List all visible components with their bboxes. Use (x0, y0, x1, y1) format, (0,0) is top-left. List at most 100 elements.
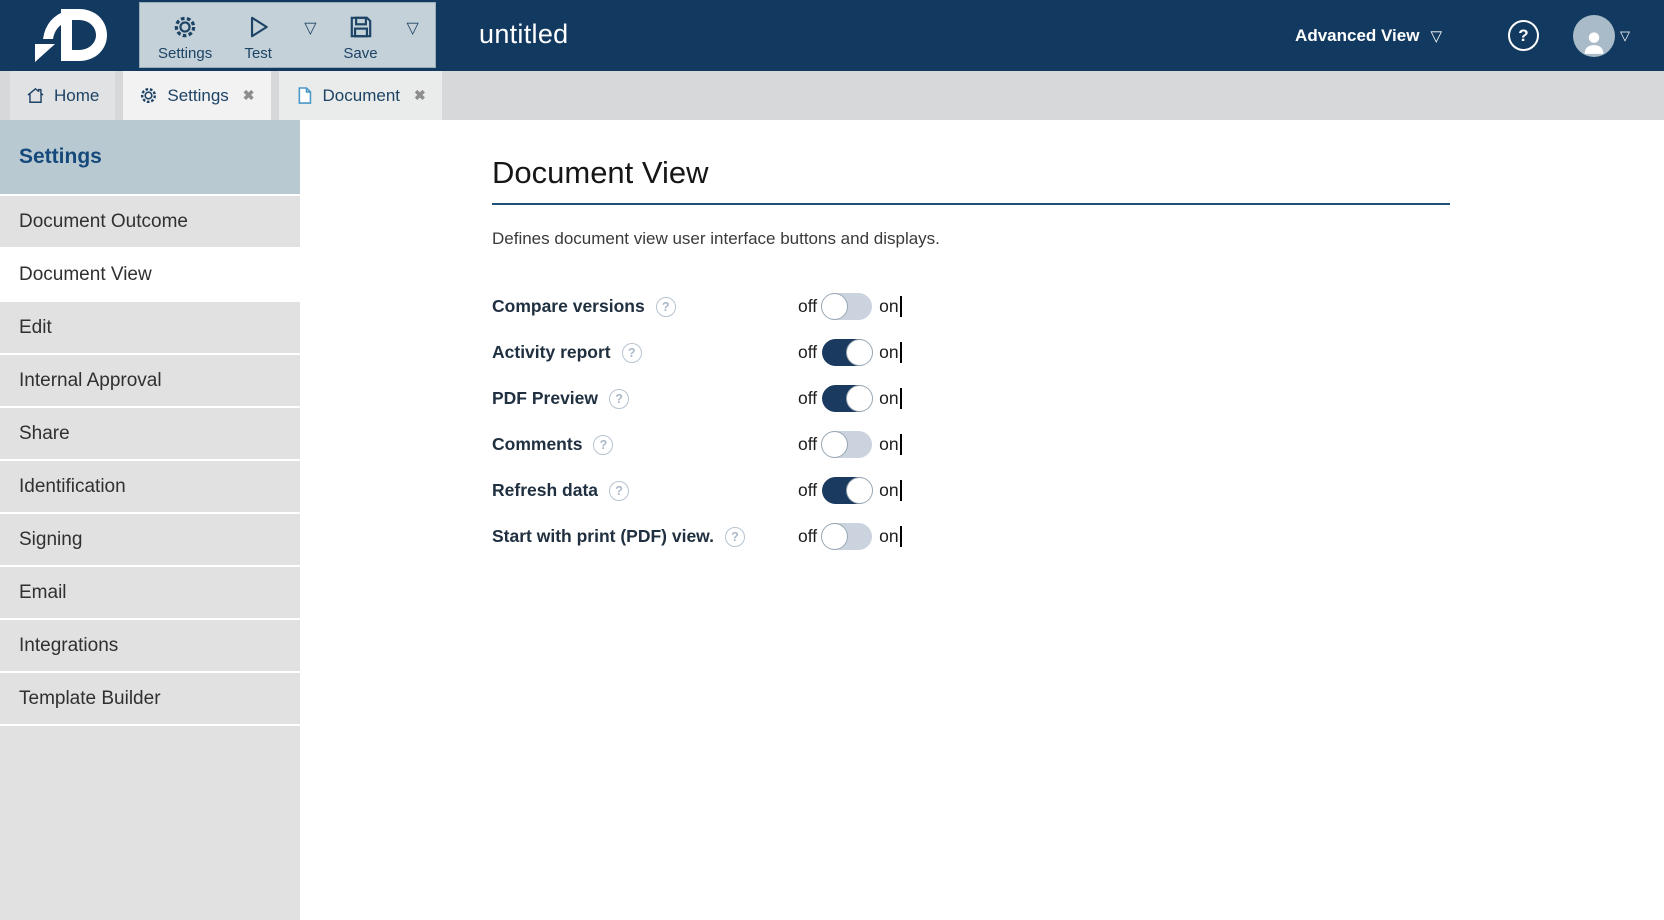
setting-label: Activity report (492, 342, 611, 363)
toggle-off-label: off (798, 480, 817, 501)
setting-label: Start with print (PDF) view. (492, 526, 714, 547)
setting-label: Compare versions (492, 296, 645, 317)
toggle-on-label: on (879, 480, 898, 501)
toolbar-button-label: Test (244, 45, 272, 62)
text-cursor (900, 480, 902, 501)
help-tooltip-icon[interactable]: ? (609, 481, 629, 501)
text-cursor (900, 434, 902, 455)
toolbar-button-test[interactable]: Test ▽ (222, 3, 324, 67)
help-tooltip-icon[interactable]: ? (609, 389, 629, 409)
toggle-off-label: off (798, 526, 817, 547)
template-title: untitled (479, 19, 568, 50)
toggle-off-label: off (798, 388, 817, 409)
toggle-switch[interactable] (822, 385, 872, 412)
avatar[interactable] (1573, 15, 1615, 57)
page-description: Defines document view user interface but… (492, 229, 1664, 249)
help-tooltip-icon[interactable]: ? (622, 343, 642, 363)
toolbar-button-label: Settings (158, 45, 212, 62)
tab-close-icon[interactable]: ✖ (414, 87, 426, 104)
toggle-on-label: on (879, 296, 898, 317)
help-tooltip-icon[interactable]: ? (725, 527, 745, 547)
tab-label: Settings (167, 86, 228, 106)
main-toolbar: Settings Test ▽ Save ▽ (139, 2, 436, 68)
avatar-caret-icon[interactable]: ▽ (1620, 28, 1630, 44)
text-cursor (900, 526, 902, 547)
toggle-switch[interactable] (822, 293, 872, 320)
app-logo-icon (28, 5, 120, 66)
toolbar-button-settings[interactable]: Settings (148, 3, 222, 67)
toggle-knob (821, 431, 848, 458)
setting-row: Refresh data ? off on (492, 468, 1664, 514)
sidebar-item-label: Edit (19, 317, 52, 339)
header-right-cluster: Advanced View ▽ ? ▽ (1295, 0, 1630, 71)
dropdown-caret-icon[interactable]: ▽ (407, 18, 419, 38)
toggle-on-label: on (879, 434, 898, 455)
gear-icon (172, 11, 198, 43)
toggle-off-label: off (798, 296, 817, 317)
toggle-on-label: on (879, 342, 898, 363)
sidebar-item-signing[interactable]: Signing (0, 514, 300, 567)
toggle-knob (846, 477, 873, 504)
tab-label: Home (54, 86, 99, 106)
sidebar-item-label: Identification (19, 476, 126, 498)
toggle-knob (846, 339, 873, 366)
sidebar-item-email[interactable]: Email (0, 567, 300, 620)
sidebar-title: Settings (0, 120, 300, 196)
dropdown-caret-icon[interactable]: ▽ (304, 18, 316, 38)
view-mode-label[interactable]: Advanced View (1295, 26, 1419, 46)
sidebar-item-share[interactable]: Share (0, 408, 300, 461)
settings-sidebar: Settings Document Outcome Document View … (0, 120, 300, 920)
setting-label: Comments (492, 434, 582, 455)
text-cursor (900, 342, 902, 363)
toolbar-button-save[interactable]: Save ▽ (325, 3, 427, 67)
page-title: Document View (492, 155, 1450, 205)
sidebar-item-label: Template Builder (19, 688, 161, 710)
app-header: Settings Test ▽ Save ▽ untitled Advanced… (0, 0, 1664, 71)
tab-settings[interactable]: Settings ✖ (123, 71, 270, 120)
text-cursor (900, 296, 902, 317)
sidebar-item-template-builder[interactable]: Template Builder (0, 673, 300, 726)
sidebar-item-document-outcome[interactable]: Document Outcome (0, 196, 300, 249)
toggle-off-label: off (798, 342, 817, 363)
toggle-switch[interactable] (822, 431, 872, 458)
sidebar-item-label: Email (19, 582, 67, 604)
tab-document[interactable]: Document ✖ (279, 71, 442, 120)
toolbar-button-label: Save (343, 45, 377, 62)
setting-row: Activity report ? off on (492, 330, 1664, 376)
sidebar-item-edit[interactable]: Edit (0, 302, 300, 355)
sidebar-item-label: Integrations (19, 635, 118, 657)
save-icon (348, 11, 374, 43)
toggle-off-label: off (798, 434, 817, 455)
tab-close-icon[interactable]: ✖ (243, 87, 255, 104)
toggle-switch[interactable] (822, 477, 872, 504)
toggle-on-label: on (879, 526, 898, 547)
sidebar-item-label: Signing (19, 529, 82, 551)
sidebar-item-identification[interactable]: Identification (0, 461, 300, 514)
document-icon (295, 80, 314, 112)
sidebar-item-document-view[interactable]: Document View (0, 249, 300, 302)
tab-label: Document (323, 86, 400, 106)
home-icon (26, 80, 45, 112)
text-cursor (900, 388, 902, 409)
setting-row: Comments ? off on (492, 422, 1664, 468)
setting-row: Compare versions ? off on (492, 284, 1664, 330)
sidebar-item-integrations[interactable]: Integrations (0, 620, 300, 673)
sidebar-item-label: Document View (19, 264, 152, 286)
sidebar-item-internal-approval[interactable]: Internal Approval (0, 355, 300, 408)
help-icon[interactable]: ? (1508, 20, 1539, 51)
toggle-knob (821, 293, 848, 320)
setting-label: PDF Preview (492, 388, 598, 409)
view-mode-caret-icon[interactable]: ▽ (1430, 27, 1442, 45)
tab-home[interactable]: Home (10, 71, 115, 120)
setting-row: Start with print (PDF) view. ? off on (492, 514, 1664, 560)
sidebar-item-label: Internal Approval (19, 370, 162, 392)
setting-row: PDF Preview ? off on (492, 376, 1664, 422)
toggle-switch[interactable] (822, 339, 872, 366)
help-tooltip-icon[interactable]: ? (656, 297, 676, 317)
person-icon (1579, 27, 1609, 57)
help-tooltip-icon[interactable]: ? (593, 435, 613, 455)
toggle-on-label: on (879, 388, 898, 409)
sidebar-item-label: Document Outcome (19, 211, 188, 233)
gear-icon (139, 80, 158, 112)
toggle-switch[interactable] (822, 523, 872, 550)
